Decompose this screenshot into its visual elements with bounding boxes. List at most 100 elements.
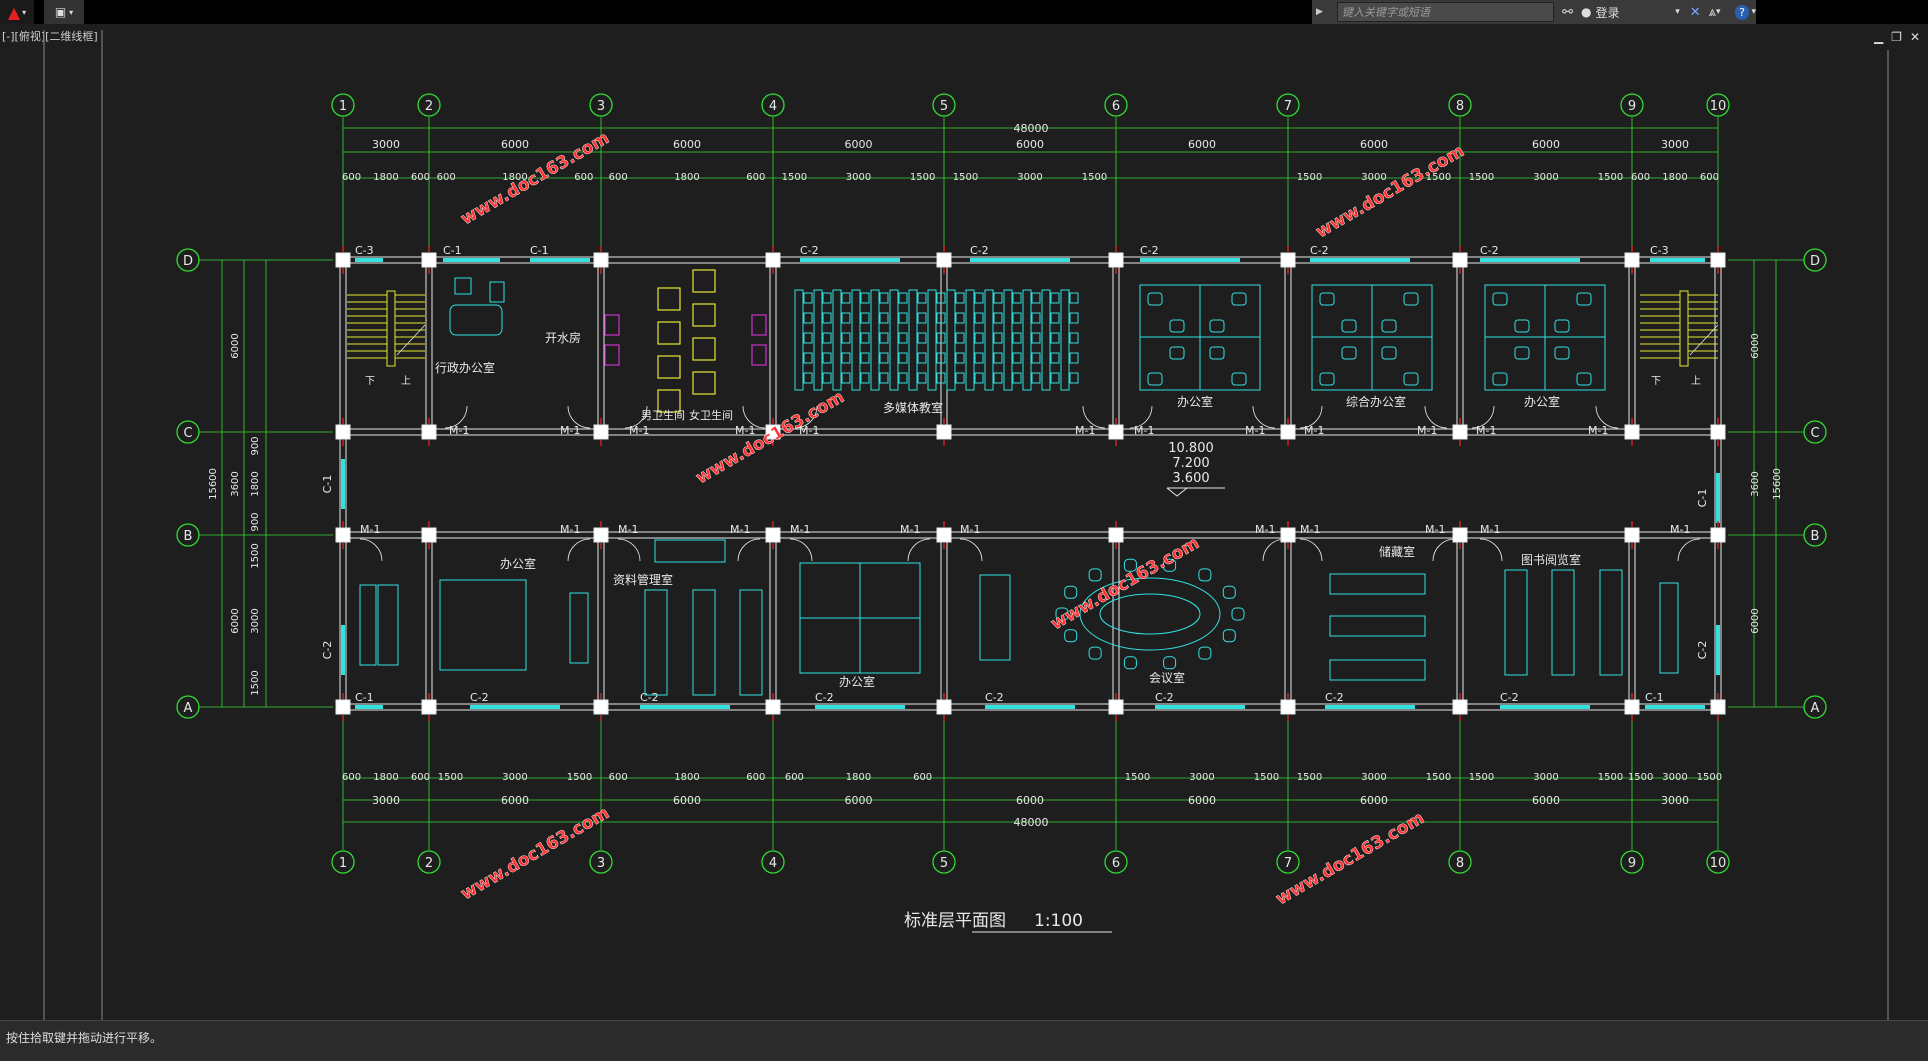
axis-letter: C [1810, 426, 1819, 441]
window [1500, 705, 1590, 709]
column [1280, 424, 1296, 440]
chair [803, 352, 813, 364]
cabinet [377, 584, 399, 666]
door-label: M-1 [1417, 424, 1437, 437]
window-label: C-2 [970, 244, 989, 257]
axis-number: 1 [339, 99, 347, 114]
chair [917, 352, 927, 364]
room-archives: 资料管理室 [613, 572, 673, 587]
column [936, 252, 952, 268]
door-label: M-1 [1134, 424, 1154, 437]
expand-arrow-icon[interactable]: ▶ [1316, 7, 1323, 17]
sink-fixture [751, 314, 767, 336]
window [1716, 625, 1720, 675]
axis-number: 10 [1710, 856, 1727, 871]
cabinet [359, 584, 377, 666]
chair [1031, 372, 1041, 384]
dim-bottom: 6000 [501, 794, 529, 807]
watermark: www.doc163.com [1313, 141, 1468, 242]
binoculars-icon[interactable]: ⚯ [1562, 5, 1573, 20]
chair [1064, 629, 1078, 643]
dim-bottom: 6000 [1188, 794, 1216, 807]
dim-bottom-detail: 600 [785, 772, 804, 783]
dim-top-detail: 1500 [782, 172, 807, 183]
desk [1003, 289, 1013, 391]
dim-bottom-detail: 3000 [1662, 772, 1687, 783]
dim-top: 6000 [1360, 138, 1388, 151]
chair [1031, 312, 1041, 324]
door-label: M-1 [560, 523, 580, 536]
axis-number: 9 [1628, 99, 1636, 114]
user-icon: ● [1581, 5, 1592, 19]
door-label: M-1 [790, 523, 810, 536]
chair [1031, 332, 1041, 344]
chair [1069, 292, 1079, 304]
window [1645, 705, 1705, 709]
chevron-down-icon[interactable]: ▾ [1716, 7, 1721, 17]
dim-right-total: 15600 [1772, 468, 1783, 500]
window-label: C-2 [640, 691, 659, 704]
storage-rack [1329, 573, 1426, 595]
axis-number: 6 [1112, 99, 1120, 114]
exchange-icon[interactable]: ✕ [1690, 5, 1701, 20]
overall-dim-bottom: 48000 [1014, 816, 1049, 829]
chair [822, 332, 832, 344]
door-label: M-1 [1588, 424, 1608, 437]
chair [1088, 646, 1102, 660]
dim-top-detail: 600 [437, 172, 456, 183]
room-office-3: 办公室 [500, 556, 536, 571]
axis-number: 1 [339, 856, 347, 871]
door-swing [1432, 538, 1456, 562]
login-button[interactable]: 登录 [1596, 4, 1676, 21]
chevron-down-icon: ▾ [22, 7, 27, 17]
chair [917, 292, 927, 304]
axis-letter: B [184, 529, 193, 544]
door-swing [617, 538, 641, 562]
dim-bottom-detail: 1800 [674, 772, 699, 783]
room-office-1: 办公室 [1177, 394, 1213, 409]
window-label: C-3 [355, 244, 374, 257]
chair [454, 277, 472, 295]
chair [822, 292, 832, 304]
a360-icon[interactable]: ⩓ [1709, 5, 1716, 20]
column [593, 699, 609, 715]
bookshelf [644, 589, 668, 696]
chair [1209, 346, 1225, 360]
elevation-2: 7.200 [1172, 456, 1209, 471]
column [1280, 252, 1296, 268]
sink-fixture [751, 344, 767, 366]
chair [898, 312, 908, 324]
chair [898, 292, 908, 304]
axis-number: 6 [1112, 856, 1120, 871]
app-menu-button[interactable]: ▲ ▾ [0, 0, 34, 24]
axis-number: 3 [597, 856, 605, 871]
door-label: M-1 [629, 424, 649, 437]
help-icon[interactable]: ? [1734, 4, 1750, 20]
chair [955, 352, 965, 364]
chair [1403, 372, 1419, 386]
dim-bottom: 6000 [1016, 794, 1044, 807]
column [335, 699, 351, 715]
save-icon: ▣ [54, 5, 67, 19]
axis-letter: D [183, 254, 193, 269]
axis-number: 7 [1284, 856, 1292, 871]
window-label: C-2 [800, 244, 819, 257]
room-storage: 储藏室 [1379, 544, 1415, 559]
dim-top-detail: 3000 [1361, 172, 1386, 183]
chevron-down-icon[interactable]: ▾ [1751, 7, 1756, 17]
desk [813, 289, 823, 391]
dim-left-detail: 900 [250, 436, 261, 455]
axis-number: 5 [940, 99, 948, 114]
desk [927, 289, 937, 391]
dim-top: 6000 [501, 138, 529, 151]
door-label: M-1 [1245, 424, 1265, 437]
door-label: M-1 [1476, 424, 1496, 437]
search-input[interactable] [1336, 2, 1555, 22]
chevron-down-icon[interactable]: ▾ [1675, 7, 1680, 17]
door-swing [1299, 538, 1323, 562]
chair [917, 332, 927, 344]
desk [984, 289, 994, 391]
quick-access-button[interactable]: ▣ ▾ [44, 0, 84, 24]
drawing-canvas[interactable]: 1 1 2 2 3 3 4 4 5 5 6 6 7 7 8 8 9 9 10 10 D D C C B B A A 3000 3000 60… [0, 24, 1928, 1020]
dim-bottom-detail: 600 [609, 772, 628, 783]
